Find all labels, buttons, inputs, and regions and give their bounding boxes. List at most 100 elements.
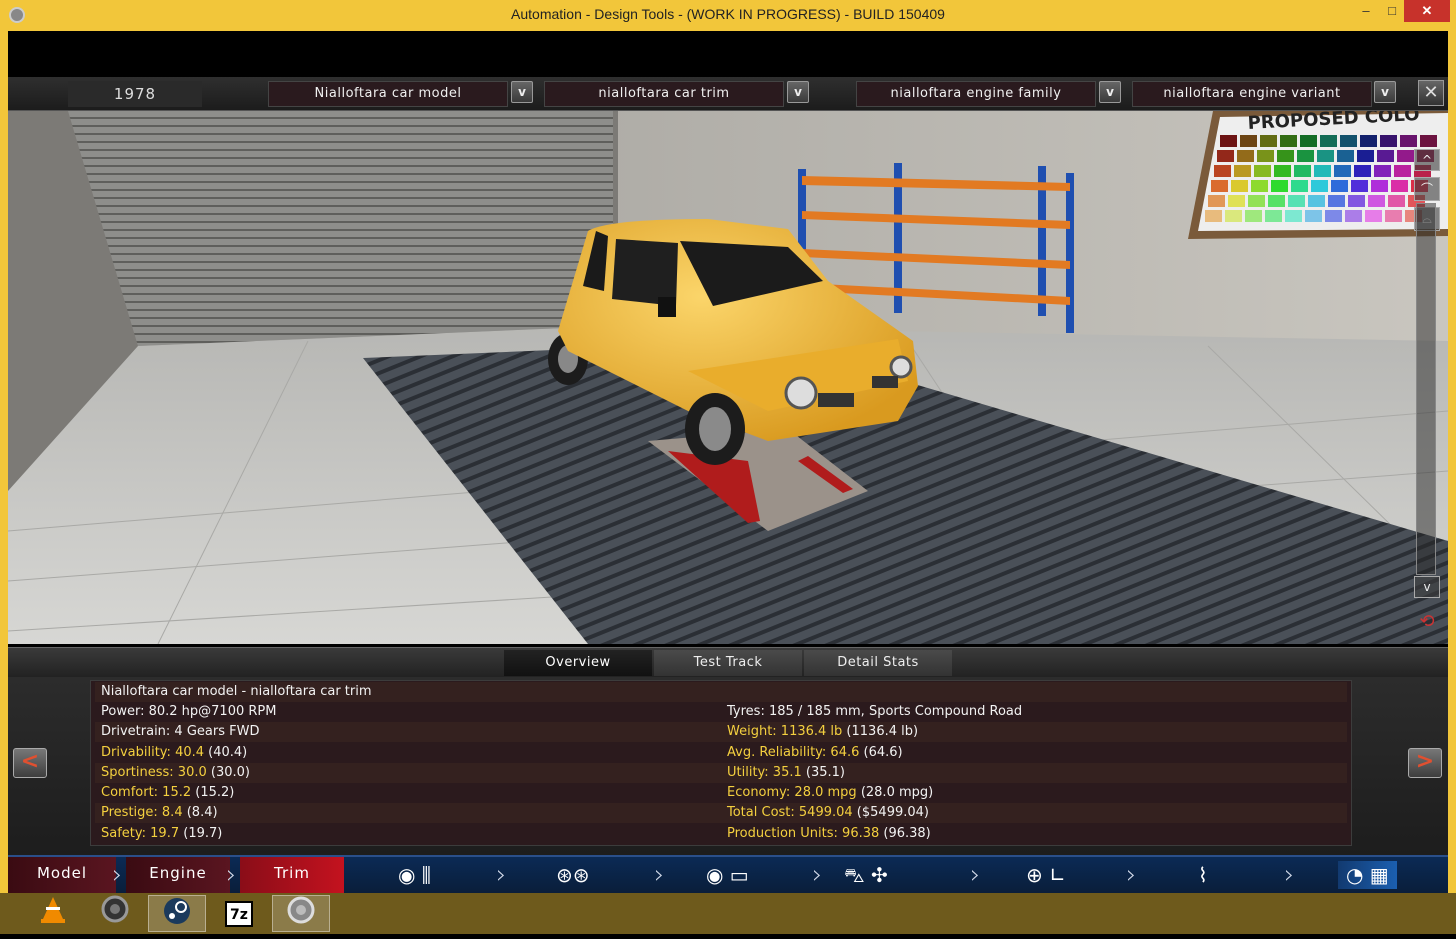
automation-window-icon[interactable] [272, 895, 330, 932]
steam-icon[interactable] [148, 895, 206, 932]
color-swatch [1245, 210, 1262, 222]
engine-family-selector[interactable]: nialloftara engine family [856, 81, 1096, 107]
color-swatch [1337, 150, 1354, 162]
drivetrain-stat: Drivetrain: 4 Gears FWD [101, 724, 260, 739]
garage-shutter [68, 111, 613, 346]
chevron-right-icon: › [654, 860, 665, 890]
utility-stat-extra: (35.1) [801, 765, 845, 780]
color-swatch [1265, 210, 1282, 222]
color-swatch [1280, 135, 1297, 147]
color-swatch [1274, 165, 1291, 177]
color-swatch [1391, 180, 1408, 192]
minimize-button[interactable]: – [1352, 0, 1380, 22]
power-stat: Power: 80.2 hp@7100 RPM [101, 704, 277, 719]
color-swatch [1328, 195, 1345, 207]
stats-row: Prestige: 8.4 (8.4) Total Cost: 5499.04 … [95, 803, 1347, 823]
color-swatch [1294, 165, 1311, 177]
reliability-stat-extra: (64.6) [859, 745, 903, 760]
chevron-right-icon: › [970, 860, 981, 890]
tab-test-track[interactable]: Test Track [654, 650, 802, 676]
color-swatch [1220, 135, 1237, 147]
tyre-body-icon[interactable]: ◉ ▭ [706, 861, 749, 889]
color-swatch [1354, 165, 1371, 177]
color-swatch [1325, 210, 1342, 222]
tyres-stat: Tyres: 185 / 185 mm, Sports Compound Roa… [727, 704, 1023, 719]
economy-stat: Economy: 28.0 mpg [727, 785, 857, 800]
rotate-view-icon[interactable]: ⟲ [1410, 611, 1444, 635]
testing-flag-icon[interactable]: ◔ ▦ [1338, 861, 1397, 889]
model-dropdown-button[interactable]: v [511, 81, 533, 103]
color-swatch [1400, 135, 1417, 147]
color-swatch [1305, 210, 1322, 222]
color-swatch [1311, 180, 1328, 192]
vlc-icon[interactable] [24, 895, 82, 932]
total-cost-stat: Total Cost: 5499.04 [727, 805, 853, 820]
color-swatch [1357, 150, 1374, 162]
color-swatch [1257, 150, 1274, 162]
gearbox-icon[interactable]: ◉ ⫼ [398, 861, 431, 889]
prev-button[interactable]: < [13, 748, 47, 778]
stats-tabs: Overview Test Track Detail Stats [8, 647, 1448, 677]
nav-engine[interactable]: Engine [126, 857, 230, 893]
close-icon[interactable]: ✕ [1418, 80, 1444, 106]
overview-stats-panel: Nialloftara car model - nialloftara car … [90, 680, 1352, 846]
safety-stat: Safety: 19.7 [101, 826, 180, 841]
suspension-icon[interactable]: ⌇ [1198, 861, 1208, 889]
scroll-down-button[interactable]: v [1414, 576, 1440, 598]
color-swatch [1228, 195, 1245, 207]
color-swatch [1251, 180, 1268, 192]
color-swatch [1211, 180, 1228, 192]
car-name-heading: Nialloftara car model - nialloftara car … [101, 684, 372, 699]
trim-dropdown-button[interactable]: v [787, 81, 809, 103]
tab-overview[interactable]: Overview [504, 650, 652, 676]
color-swatch [1217, 150, 1234, 162]
color-swatch [1365, 210, 1382, 222]
color-swatch [1320, 135, 1337, 147]
stats-row: Sportiness: 30.0 (30.0) Utility: 35.1 (3… [95, 763, 1347, 783]
aero-fan-icon[interactable]: ⛍ ✣ [844, 861, 888, 889]
car-view-1-icon[interactable]: ⌒ [1414, 177, 1440, 201]
close-window-button[interactable]: ✕ [1404, 0, 1450, 22]
nav-model[interactable]: Model [8, 857, 116, 893]
drivability-stat-extra: (40.4) [204, 745, 248, 760]
nav-trim[interactable]: Trim [240, 857, 344, 893]
design-nav-bar: Model › Engine › Trim ◉ ⫼ › ⊛⊛ › ◉ ▭ › ⛍… [8, 855, 1448, 893]
color-swatch [1377, 150, 1394, 162]
color-swatch [1334, 165, 1351, 177]
color-swatch [1317, 150, 1334, 162]
stats-row: Drivability: 40.4 (40.4) Avg. Reliabilit… [95, 743, 1347, 763]
scroll-up-button[interactable]: ^ [1414, 149, 1440, 171]
engine-family-dropdown-button[interactable]: v [1099, 81, 1121, 103]
color-swatch [1297, 150, 1314, 162]
automation-icon[interactable] [86, 895, 144, 932]
engine-variant-dropdown-button[interactable]: v [1374, 81, 1396, 103]
model-selector[interactable]: Nialloftara car model [268, 81, 508, 107]
wheels-icon[interactable]: ⊛⊛ [556, 861, 590, 889]
engine-variant-selector[interactable]: nialloftara engine variant [1132, 81, 1372, 107]
7zip-icon[interactable]: 7z [210, 895, 268, 932]
trim-selector[interactable]: nialloftara car trim [544, 81, 784, 107]
color-swatch [1234, 165, 1251, 177]
economy-stat-extra: (28.0 mpg) [856, 785, 934, 800]
color-swatch [1231, 180, 1248, 192]
color-swatch [1300, 135, 1317, 147]
chevron-right-icon: › [1126, 860, 1137, 890]
maximize-button[interactable]: □ [1378, 0, 1406, 22]
comfort-stat: Comfort: 15.2 [101, 785, 192, 800]
color-swatch [1371, 180, 1388, 192]
color-swatch [1380, 135, 1397, 147]
color-swatch [1397, 150, 1414, 162]
color-swatch [1208, 195, 1225, 207]
safety-stat-extra: (19.7) [179, 826, 223, 841]
year-display[interactable]: 1978 [68, 81, 202, 107]
car-3d-viewport[interactable]: PROPOSED COLO ^ ⌒ ⌓ v ⟲ [8, 111, 1448, 644]
color-swatch [1420, 135, 1437, 147]
color-swatch [1340, 135, 1357, 147]
weight-stat: Weight: 1136.4 lb [727, 724, 843, 739]
chevron-right-icon: › [496, 860, 507, 890]
steering-seat-icon[interactable]: ⊕ ∟ [1026, 861, 1066, 889]
next-button[interactable]: > [1408, 748, 1442, 778]
tab-detail-stats[interactable]: Detail Stats [804, 650, 952, 676]
color-swatch [1385, 210, 1402, 222]
view-scrollbar[interactable] [1416, 203, 1436, 575]
